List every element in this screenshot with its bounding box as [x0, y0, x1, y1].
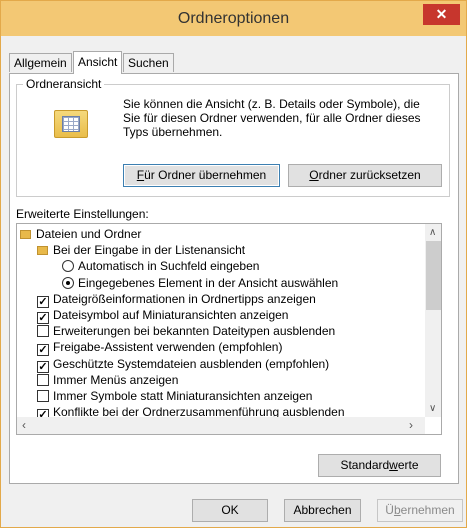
title-bar[interactable]: Ordneroptionen ✕ — [1, 1, 466, 36]
radio-button[interactable] — [62, 260, 74, 273]
scroll-right-icon[interactable]: › — [409, 417, 413, 434]
checkbox[interactable] — [37, 325, 49, 338]
setting-item[interactable]: ✓ Freigabe-Assistent verwenden (empfohlen… — [37, 339, 283, 357]
scroll-left-icon[interactable]: ‹ — [22, 417, 26, 434]
setting-label: Immer Symbole statt Miniaturansichten an… — [53, 389, 313, 403]
setting-label: Automatisch in Suchfeld eingeben — [78, 259, 260, 274]
folder-view-description: Sie können die Ansicht (z. B. Details od… — [123, 97, 421, 139]
setting-item[interactable]: ✓ Geschützte Systemdateien ausblenden (em… — [37, 356, 330, 373]
setting-label: Erweiterungen bei bekannten Dateitypen a… — [53, 324, 336, 339]
setting-item[interactable]: Eingegebenes Element in der Ansicht ausw… — [62, 275, 338, 291]
setting-item[interactable]: ✓ Dateigrößeinformationen in Ordnertipps … — [37, 291, 316, 308]
setting-item[interactable]: ✓ Dateisymbol auf Miniaturansichten anzei… — [37, 307, 289, 324]
scroll-down-icon[interactable]: ∨ — [429, 400, 436, 417]
ok-button[interactable]: OK — [192, 499, 268, 522]
tab-allgemein[interactable]: Allgemein — [9, 53, 72, 72]
cancel-button[interactable]: Abbrechen — [284, 499, 361, 522]
folder-icon — [20, 230, 31, 239]
folder-view-group-title: Ordneransicht — [23, 77, 105, 91]
window-title: Ordneroptionen — [177, 10, 290, 27]
advanced-settings-tree[interactable]: Dateien und Ordner Bei der Eingabe in der… — [16, 223, 442, 435]
vertical-scroll-thumb[interactable] — [426, 241, 441, 310]
apply-button[interactable]: Übernehmen — [377, 499, 463, 522]
advanced-settings-label: Erweiterte Einstellungen: — [16, 207, 149, 221]
checkbox[interactable]: ✓ — [37, 344, 49, 357]
horizontal-scrollbar[interactable]: ‹ › — [17, 417, 425, 434]
checkbox[interactable] — [37, 373, 49, 386]
reset-folders-button[interactable]: Ordner zurücksetzen — [288, 164, 442, 187]
setting-label: Freigabe-Assistent verwenden (empfohlen) — [53, 340, 283, 355]
restore-defaults-button[interactable]: Standardwerte — [318, 454, 441, 477]
tree-group: Dateien und Ordner — [20, 226, 141, 242]
setting-item[interactable]: Automatisch in Suchfeld eingeben — [62, 258, 259, 274]
setting-item[interactable]: Immer Menüs anzeigen — [37, 372, 178, 388]
vertical-scrollbar[interactable]: ∧ ∨ — [425, 224, 441, 417]
folder-options-dialog: Ordneroptionen ✕ Allgemein Ansicht Suche… — [0, 0, 467, 528]
tree-group: Bei der Eingabe in der Listenansicht — [37, 242, 245, 258]
tab-ansicht[interactable]: Ansicht — [73, 51, 123, 74]
setting-label: Dateigrößeinformationen in Ordnertipps a… — [53, 291, 316, 306]
setting-label: Immer Menüs anzeigen — [53, 372, 179, 387]
setting-item[interactable]: Erweiterungen bei bekannten Dateitypen a… — [37, 323, 335, 339]
folder-view-icon — [54, 110, 88, 138]
radio-button[interactable] — [62, 276, 74, 289]
scroll-up-icon[interactable]: ∧ — [429, 224, 436, 241]
close-icon: ✕ — [435, 6, 448, 22]
close-button[interactable]: ✕ — [423, 4, 460, 25]
setting-label: Dateien und Ordner — [36, 227, 142, 241]
tab-suchen[interactable]: Suchen — [123, 53, 174, 72]
checkbox[interactable]: ✓ — [37, 295, 49, 308]
folder-icon — [37, 246, 48, 256]
setting-label: Dateisymbol auf Miniaturansichten anzeig… — [53, 308, 289, 322]
checkbox[interactable]: ✓ — [37, 360, 49, 373]
checkbox[interactable]: ✓ — [37, 312, 49, 324]
setting-label: Bei der Eingabe in der Listenansicht — [53, 243, 246, 258]
checkbox[interactable] — [37, 390, 49, 402]
setting-item[interactable]: Immer Symbole statt Miniaturansichten an… — [37, 388, 312, 404]
setting-label: Geschützte Systemdateien ausblenden (emp… — [53, 356, 330, 371]
setting-label: Eingegebenes Element in der Ansicht ausw… — [78, 275, 339, 290]
apply-to-folders-button[interactable]: Für Ordner übernehmen — [123, 164, 280, 187]
